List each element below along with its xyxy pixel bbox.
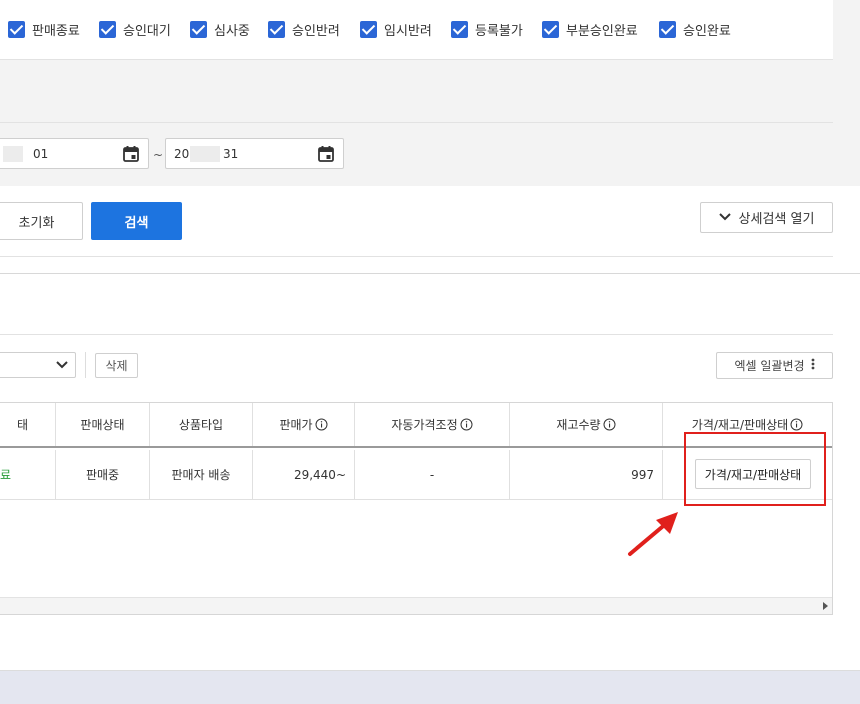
cell-text: 29,440~ <box>293 467 346 482</box>
highlight-annotation <box>684 432 826 506</box>
more-vertical-icon <box>811 358 815 373</box>
info-icon[interactable] <box>315 418 328 431</box>
detail-search-toggle-button[interactable]: 상세검색 열기 <box>700 202 833 233</box>
footer-band <box>0 671 860 704</box>
toolbar-divider <box>85 352 86 378</box>
delete-label: 삭제 <box>105 359 128 373</box>
row-status-cell: 료 <box>0 450 56 499</box>
excel-bulk-edit-label: 엑셀 일괄변경 <box>734 359 805 373</box>
column-header-label: 자동가격조정 <box>391 418 458 432</box>
column-header-price: 판매가 <box>253 403 355 446</box>
row-auto-price: - <box>355 450 510 499</box>
chevron-down-icon <box>56 358 68 376</box>
reset-button[interactable]: 초기화 <box>0 202 83 240</box>
cell-text: 997 <box>631 467 654 482</box>
row-sale-status: 판매중 <box>56 450 150 499</box>
column-header: 태 <box>0 403 56 446</box>
column-header-auto-price: 자동가격조정 <box>355 403 510 446</box>
horizontal-scrollbar[interactable] <box>0 597 832 614</box>
column-header-label: 가격/재고/판매상태 <box>691 418 789 432</box>
bulk-action-select[interactable] <box>0 352 76 378</box>
chevron-down-icon <box>718 210 731 225</box>
divider <box>0 334 833 335</box>
column-header-label: 재고수량 <box>556 418 601 432</box>
right-gutter <box>833 0 860 186</box>
excel-bulk-edit-button[interactable]: 엑셀 일괄변경 <box>716 352 833 379</box>
delete-button[interactable]: 삭제 <box>95 353 138 378</box>
row-product-type: 판매자 배송 <box>150 450 253 499</box>
info-icon[interactable] <box>603 418 616 431</box>
column-header-label: 태 <box>16 418 29 432</box>
row-price: 29,440~ <box>253 450 355 499</box>
detail-search-label: 상세검색 열기 <box>738 212 815 227</box>
column-header-sale-status: 판매상태 <box>56 403 150 446</box>
cell-text: 판매중 <box>85 468 120 482</box>
row-stock: 997 <box>510 450 663 499</box>
cell-text: - <box>429 467 435 482</box>
info-icon[interactable] <box>460 418 473 431</box>
info-icon[interactable] <box>790 418 803 431</box>
scroll-right-arrow-icon[interactable] <box>823 602 828 610</box>
divider <box>0 256 833 257</box>
row-status-text: 료 <box>0 468 12 482</box>
search-label: 검색 <box>124 215 149 231</box>
reset-label: 초기화 <box>18 215 55 231</box>
column-header-label: 상품타입 <box>178 418 224 432</box>
column-header-product-type: 상품타입 <box>150 403 253 446</box>
divider <box>0 273 860 274</box>
cell-text: 판매자 배송 <box>171 468 231 482</box>
column-header-label: 판매가 <box>279 418 313 432</box>
arrow-annotation-icon <box>624 508 684 562</box>
column-header-stock: 재고수량 <box>510 403 663 446</box>
search-button[interactable]: 검색 <box>91 202 182 240</box>
column-header-label: 판매상태 <box>80 418 125 432</box>
